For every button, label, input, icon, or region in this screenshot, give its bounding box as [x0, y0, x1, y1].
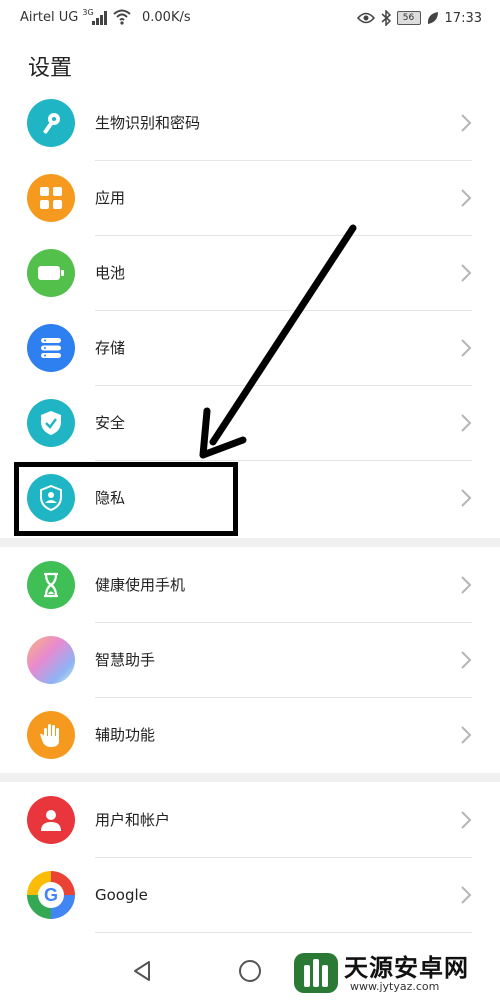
settings-item-label: 生物识别和密码	[95, 114, 201, 132]
chevron-right-icon	[461, 651, 472, 669]
settings-item-storage[interactable]: 存储	[0, 311, 500, 386]
wifi-icon	[113, 9, 131, 25]
eye-icon	[356, 12, 375, 24]
key-icon	[27, 99, 75, 147]
settings-item-battery[interactable]: 电池	[0, 236, 500, 311]
section-separator	[0, 538, 500, 547]
battery-level: 56	[396, 11, 421, 25]
watermark: 天源安卓网 www.jytyaz.com	[292, 948, 492, 998]
storage-icon	[27, 324, 75, 372]
settings-item-apps[interactable]: 应用	[0, 161, 500, 236]
settings-item-smart-assistant[interactable]: 智慧助手	[0, 623, 500, 698]
settings-item-label: 辅助功能	[95, 726, 156, 744]
settings-item-label: 存储	[95, 339, 126, 357]
settings-item-digital-balance[interactable]: 健康使用手机	[0, 548, 500, 623]
settings-item-users-accounts[interactable]: 用户和帐户	[0, 783, 500, 858]
bluetooth-icon	[381, 10, 391, 26]
chevron-right-icon	[461, 414, 472, 432]
settings-item-google[interactable]: G Google	[0, 858, 500, 933]
assistant-icon	[27, 636, 75, 684]
back-icon[interactable]	[130, 959, 154, 983]
settings-item-label: Google	[95, 886, 148, 904]
settings-item-label: 应用	[95, 189, 126, 207]
chevron-right-icon	[461, 339, 472, 357]
settings-item-label: 智慧助手	[95, 651, 156, 669]
google-icon: G	[27, 871, 75, 919]
settings-item-label: 健康使用手机	[95, 576, 186, 594]
chevron-right-icon	[461, 886, 472, 904]
settings-item-label: 安全	[95, 414, 126, 432]
shield-check-icon	[27, 399, 75, 447]
settings-item-accessibility[interactable]: 辅助功能	[0, 698, 500, 773]
network-speed: 0.00K/s	[142, 10, 191, 25]
settings-item-label: 用户和帐户	[95, 811, 171, 829]
settings-item-biometrics-password[interactable]: 生物识别和密码	[0, 86, 500, 161]
carrier-name: Airtel UG 3G	[20, 8, 94, 25]
chevron-right-icon	[461, 114, 472, 132]
status-right: 56 17:33	[356, 9, 482, 27]
home-icon[interactable]	[238, 959, 262, 983]
hourglass-icon	[27, 561, 75, 609]
status-bar: Airtel UG 3G 0.00K/s 56 17:33	[0, 0, 500, 36]
chevron-right-icon	[461, 576, 472, 594]
signal-icon	[92, 11, 107, 25]
highlight-box	[14, 462, 238, 536]
apps-grid-icon	[27, 174, 75, 222]
page-title: 设置	[28, 56, 73, 81]
settings-item-security[interactable]: 安全	[0, 386, 500, 461]
chevron-right-icon	[461, 264, 472, 282]
chevron-right-icon	[461, 189, 472, 207]
watermark-url: www.jytyaz.com	[350, 980, 440, 993]
user-icon	[27, 796, 75, 844]
settings-item-label: 电池	[95, 264, 126, 282]
divider	[95, 932, 472, 933]
leaf-icon	[427, 12, 438, 24]
watermark-title: 天源安卓网	[344, 954, 469, 982]
section-separator	[0, 773, 500, 782]
chevron-right-icon	[461, 811, 472, 829]
watermark-logo-icon	[294, 953, 338, 993]
hand-icon	[27, 711, 75, 759]
chevron-right-icon	[461, 726, 472, 744]
clock: 17:33	[444, 10, 482, 26]
chevron-right-icon	[461, 489, 472, 507]
battery-icon	[27, 249, 75, 297]
